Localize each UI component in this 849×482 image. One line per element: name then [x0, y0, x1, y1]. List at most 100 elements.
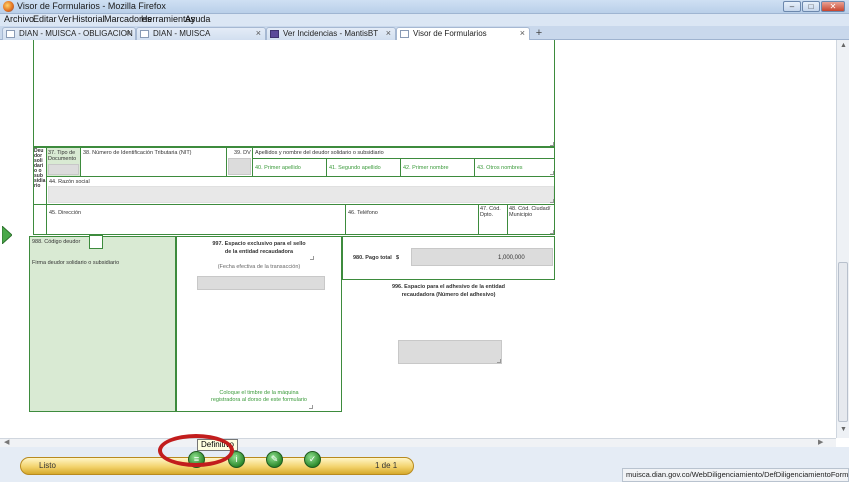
divider: [252, 158, 555, 159]
page-favicon-icon: [6, 30, 15, 38]
tab-close-icon[interactable]: ×: [386, 28, 391, 39]
divider: [345, 205, 346, 235]
f37-label: 37. Tipo de Documento: [48, 150, 77, 162]
adhesivo-input[interactable]: [398, 340, 502, 364]
divider: [80, 147, 81, 176]
scroll-up-icon[interactable]: ▲: [840, 42, 847, 49]
tab-dian-muisca[interactable]: DIAN - MUISCA ×: [136, 27, 266, 40]
window-titlebar: Visor de Formularios - Mozilla Firefox –…: [0, 0, 849, 14]
firma-label: Firma deudor solidario o subsidiario: [32, 260, 120, 266]
validate-icon[interactable]: ✓: [304, 451, 321, 468]
window-title: Visor de Formularios - Mozilla Firefox: [17, 1, 166, 11]
deudor-side-label: Deu dor soli dari o o sub sidia rio: [34, 148, 46, 189]
f45-label: 45. Dirección: [49, 210, 82, 216]
resize-handle-icon: [550, 142, 554, 146]
menu-archivo[interactable]: Archivo: [4, 14, 34, 24]
tab-close-icon[interactable]: ×: [520, 28, 525, 39]
tab-close-icon[interactable]: ×: [256, 28, 261, 39]
edit-icon[interactable]: ✎: [266, 451, 283, 468]
f988-label: 988. Código deudor: [32, 239, 81, 245]
f47-label: 47. Cód. Dpto.: [480, 206, 501, 218]
scroll-left-icon[interactable]: ◀: [4, 438, 9, 446]
f44-input[interactable]: [48, 186, 554, 203]
horizontal-scrollbar[interactable]: ◀ ▶: [0, 438, 836, 447]
pago-total-input[interactable]: [411, 248, 553, 266]
new-tab-button[interactable]: +: [533, 28, 545, 39]
divider: [326, 159, 327, 176]
page-favicon-icon: [140, 30, 149, 38]
tab-dian-obligacion[interactable]: DIAN - MUISCA - OBLIGACION FINA... ×: [2, 27, 136, 40]
tab-mantis[interactable]: Ver Incidencias - MantisBT ×: [266, 27, 396, 40]
resize-handle-icon: [550, 171, 554, 175]
f41-label: 41. Segundo apellido: [329, 165, 381, 171]
fecha-efectiva-input[interactable]: [197, 276, 325, 290]
divider: [252, 147, 253, 176]
divider: [474, 159, 475, 176]
menu-ayuda[interactable]: Ayuda: [185, 14, 210, 24]
f996-title-line2: recaudadora (Número del adhesivo): [401, 292, 496, 298]
f997-title-line2: de la entidad recaudadora: [224, 249, 294, 255]
menu-editar[interactable]: Editar: [33, 14, 57, 24]
name-header: Apellidos y nombre del deudor solidario …: [255, 150, 384, 156]
sello-frame: [176, 236, 342, 412]
f46-label: 46. Teléfono: [348, 210, 378, 216]
status-text: Listo: [39, 461, 56, 470]
f988-input[interactable]: [89, 235, 103, 249]
form-viewer: Deu dor soli dari o o sub sidia rio 37. …: [0, 40, 836, 438]
tab-label: DIAN - MUISCA - OBLIGACION FINA...: [19, 29, 135, 38]
mantis-favicon-icon: [270, 30, 279, 38]
scroll-right-icon[interactable]: ▶: [818, 438, 823, 446]
url-status: muisca.dian.gov.co/WebDiligenciamiento/D…: [622, 468, 849, 482]
resize-handle-icon: [310, 256, 314, 260]
menubar: Archivo Editar Ver Historial Marcadores …: [0, 14, 849, 26]
divider: [507, 205, 508, 235]
menu-ver[interactable]: Ver: [58, 14, 72, 24]
divider: [478, 205, 479, 235]
window-controls: – □ ✕: [782, 1, 845, 12]
timbre-line2: registradora al dorso de este formulario: [211, 397, 307, 403]
tab-visor-formularios[interactable]: Visor de Formularios ×: [396, 27, 530, 40]
f43-label: 43. Otros nombres: [477, 165, 523, 171]
f42-label: 42. Primer nombre: [403, 165, 449, 171]
f48-label: 48. Cód. Ciudad/ Municipio: [509, 206, 551, 218]
tab-bar: DIAN - MUISCA - OBLIGACION FINA... × DIA…: [0, 26, 849, 40]
divider: [400, 159, 401, 176]
scroll-down-icon[interactable]: ▼: [840, 426, 847, 433]
page-favicon-icon: [400, 30, 409, 38]
page-indicator: 1 de 1: [375, 461, 398, 470]
resize-handle-icon: [550, 230, 554, 234]
scrollbar-thumb[interactable]: [838, 262, 848, 422]
resize-handle-icon: [309, 405, 313, 409]
divider: [226, 147, 227, 176]
menu-historial[interactable]: Historial: [72, 14, 105, 24]
firefox-logo-icon: [3, 1, 14, 12]
f980-label: 980. Pago total: [353, 255, 392, 261]
form-upper-block: [33, 40, 555, 147]
timbre-line1: Coloque el timbre de la máquina: [219, 390, 299, 396]
chevron-right-icon[interactable]: [2, 226, 12, 244]
tab-label: DIAN - MUISCA: [153, 29, 211, 38]
maximize-button[interactable]: □: [802, 1, 820, 12]
f37-input[interactable]: [48, 164, 79, 175]
f39-input[interactable]: [228, 158, 251, 175]
tab-label: Ver Incidencias - MantisBT: [283, 29, 379, 38]
minimize-button[interactable]: –: [783, 1, 801, 12]
f44-label: 44. Razón social: [49, 179, 90, 185]
f38-label: 38. Número de Identificación Tributaria …: [83, 150, 192, 156]
highlight-circle: [158, 434, 234, 467]
f997-subtitle: (Fecha efectiva de la transacción): [217, 264, 301, 270]
close-button[interactable]: ✕: [821, 1, 845, 12]
f40-label: 40. Primer apellido: [255, 165, 301, 171]
tab-close-icon[interactable]: ×: [126, 28, 131, 39]
currency-symbol: $: [396, 255, 400, 261]
vertical-scrollbar[interactable]: ▲ ▼: [836, 40, 849, 438]
resize-handle-icon: [550, 199, 554, 203]
f39-label: 39. DV: [234, 150, 251, 156]
f997-title-line1: 997. Espacio exclusivo para el sello: [212, 241, 306, 247]
divider: [33, 204, 555, 205]
pago-total-value: 1,000,000: [498, 255, 525, 261]
divider: [47, 176, 555, 177]
tab-label: Visor de Formularios: [413, 29, 487, 38]
resize-handle-icon: [497, 359, 501, 363]
f996-title-line1: 996. Espacio para el adhesivo de la enti…: [391, 284, 506, 290]
